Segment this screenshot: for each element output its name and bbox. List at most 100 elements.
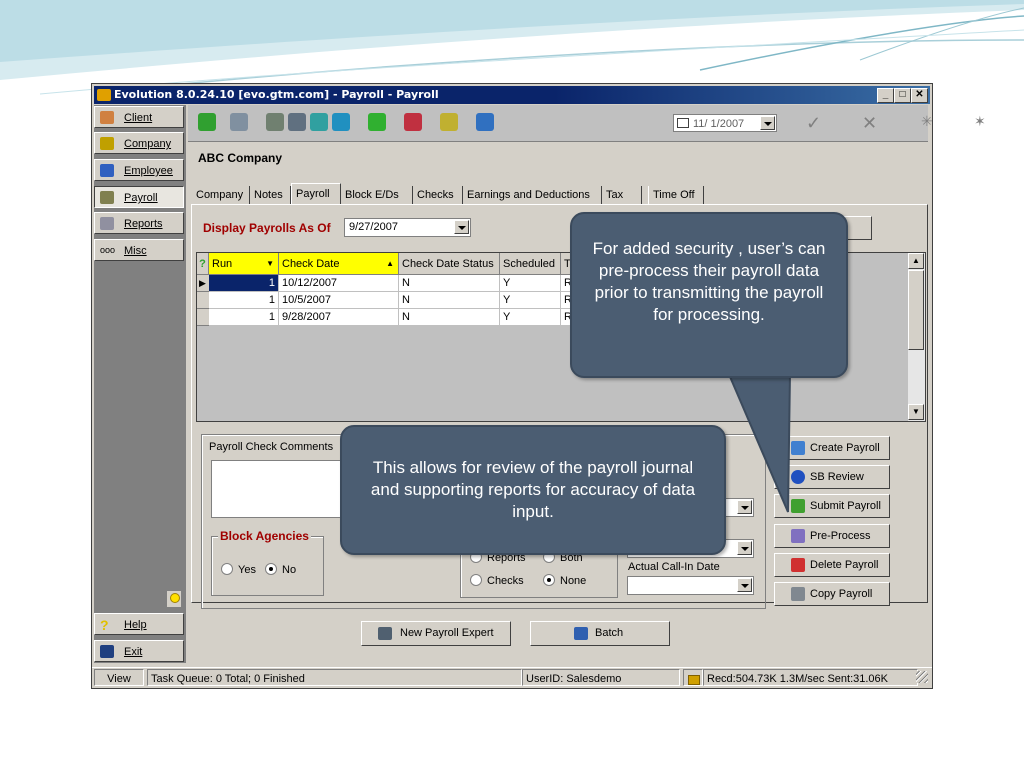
pre-process-icon: [791, 529, 805, 543]
checks-radio[interactable]: Checks: [470, 574, 524, 587]
call-in-date-combo[interactable]: [627, 576, 754, 595]
insert-icon[interactable]: [368, 113, 386, 131]
tab-tax[interactable]: Tax: [602, 186, 642, 204]
chevron-down-icon[interactable]: [760, 116, 775, 130]
nav-reports-label: Reports: [124, 218, 163, 230]
table-cell[interactable]: 9/28/2007: [279, 309, 399, 326]
app-icon: [97, 89, 111, 101]
table-cell[interactable]: N: [399, 309, 500, 326]
tab-earnings-deductions[interactable]: Earnings and Deductions: [463, 186, 602, 204]
submit-payroll-button[interactable]: Submit Payroll: [774, 494, 890, 518]
col-header-check-date[interactable]: Check Date ▲: [279, 253, 399, 275]
table-cell[interactable]: 10/12/2007: [279, 275, 399, 292]
table-cell[interactable]: 10/5/2007: [279, 292, 399, 309]
chevron-down-icon[interactable]: [737, 541, 752, 555]
sparkle-icon[interactable]: ✳: [921, 113, 933, 130]
prior-record-icon[interactable]: [288, 113, 306, 131]
nav-client[interactable]: Client: [94, 106, 184, 128]
status-view[interactable]: View: [94, 669, 144, 686]
scroll-down-icon[interactable]: ▼: [908, 404, 924, 420]
company-icon: [100, 137, 114, 150]
resize-grip-icon[interactable]: [916, 671, 928, 683]
maximize-button[interactable]: □: [894, 88, 911, 103]
scroll-up-icon[interactable]: ▲: [908, 253, 924, 269]
col-header-status[interactable]: Check Date Status: [399, 253, 500, 275]
table-cell[interactable]: Y: [500, 292, 561, 309]
radio-button: [221, 563, 233, 575]
nav-exit-label: Exit: [124, 646, 143, 658]
chevron-down-icon[interactable]: [737, 578, 752, 592]
refresh-icon[interactable]: [440, 113, 458, 131]
close-button[interactable]: ✕: [911, 88, 928, 103]
chevron-down-icon[interactable]: [454, 220, 469, 234]
go-icon[interactable]: [230, 113, 248, 131]
first-record-icon[interactable]: [266, 113, 284, 131]
table-cell[interactable]: Y: [500, 309, 561, 326]
scroll-thumb[interactable]: [908, 270, 924, 350]
next-record-icon[interactable]: [310, 113, 328, 131]
nav-employee[interactable]: Employee: [94, 159, 184, 181]
nav-reports[interactable]: Reports: [94, 212, 184, 234]
block-yes-radio[interactable]: Yes: [221, 563, 256, 576]
review-callout: This allows for review of the payroll jo…: [340, 425, 726, 555]
col-header-run-label: Run: [212, 258, 233, 270]
nav-help[interactable]: ? Help: [94, 613, 184, 635]
nav-misc[interactable]: ooo Misc: [94, 239, 184, 261]
cancel-x-icon[interactable]: ✕: [862, 113, 877, 134]
grid-corner-icon[interactable]: ?: [197, 253, 209, 275]
tab-block-eds[interactable]: Block E/Ds: [341, 186, 413, 204]
none-radio[interactable]: None: [543, 574, 586, 587]
tab-payroll[interactable]: Payroll: [291, 183, 341, 205]
last-record-icon[interactable]: [332, 113, 350, 131]
new-payroll-expert-button[interactable]: New Payroll Expert: [361, 621, 511, 646]
delete-payroll-icon: [791, 558, 805, 572]
nav-exit[interactable]: Exit: [94, 640, 184, 662]
table-cell[interactable]: 1: [209, 309, 279, 326]
radio-button: [543, 574, 555, 586]
block-agencies-title: Block Agencies: [218, 529, 311, 543]
pre-process-button[interactable]: Pre-Process: [774, 524, 890, 548]
minimize-button[interactable]: _: [877, 88, 894, 103]
chevron-down-icon[interactable]: [737, 500, 752, 514]
tab-time-off[interactable]: Time Off: [648, 186, 704, 204]
delete-payroll-button[interactable]: Delete Payroll: [774, 553, 890, 577]
status-traffic: Recd:504.73K 1.3M/sec Sent:31.06K: [703, 669, 918, 686]
status-bar: View Task Queue: 0 Total; 0 Finished Use…: [92, 667, 932, 688]
col-header-run[interactable]: Run ▼: [209, 253, 279, 275]
table-cell[interactable]: N: [399, 292, 500, 309]
table-cell[interactable]: Y: [500, 275, 561, 292]
info-icon[interactable]: [476, 113, 494, 131]
table-cell[interactable]: 1: [209, 292, 279, 309]
nav-company[interactable]: Company: [94, 132, 184, 154]
row-indicator[interactable]: [197, 292, 209, 309]
nav-payroll[interactable]: Payroll: [94, 186, 184, 208]
security-callout-text: For added security , user’s can pre-proc…: [592, 239, 826, 324]
sb-review-icon: [791, 470, 805, 484]
row-indicator-icon[interactable]: ▶: [197, 275, 209, 292]
create-payroll-button[interactable]: Create Payroll: [774, 436, 890, 460]
display-date-combo[interactable]: 9/27/2007: [344, 218, 471, 237]
toolbar-date-value: 11/ 1/2007: [693, 118, 745, 130]
toolbar-date-combo[interactable]: 11/ 1/2007: [673, 114, 777, 132]
tab-notes[interactable]: Notes: [250, 186, 291, 204]
copy-payroll-button[interactable]: Copy Payroll: [774, 582, 890, 606]
tools-icon[interactable]: ✶: [974, 113, 986, 130]
tab-checks[interactable]: Checks: [413, 186, 463, 204]
batch-button[interactable]: Batch: [530, 621, 670, 646]
block-no-radio[interactable]: No: [265, 563, 296, 576]
post-check-icon[interactable]: ✓: [806, 113, 821, 134]
row-indicator[interactable]: [197, 309, 209, 326]
lightbulb-icon[interactable]: [166, 590, 182, 608]
delete-icon[interactable]: [404, 113, 422, 131]
grid-scrollbar[interactable]: ▲ ▼: [907, 253, 925, 421]
navigate-icon[interactable]: [198, 113, 216, 131]
table-cell[interactable]: N: [399, 275, 500, 292]
title-bar[interactable]: Evolution 8.0.24.10 [evo.gtm.com] - Payr…: [94, 86, 930, 104]
wizard-icon: [378, 627, 392, 640]
sb-review-button[interactable]: SB Review: [774, 465, 890, 489]
table-cell[interactable]: 1: [209, 275, 279, 292]
tab-company[interactable]: Company: [192, 186, 250, 204]
copy-payroll-icon: [791, 587, 805, 601]
comments-memo[interactable]: [211, 460, 347, 518]
col-header-scheduled[interactable]: Scheduled: [500, 253, 561, 275]
